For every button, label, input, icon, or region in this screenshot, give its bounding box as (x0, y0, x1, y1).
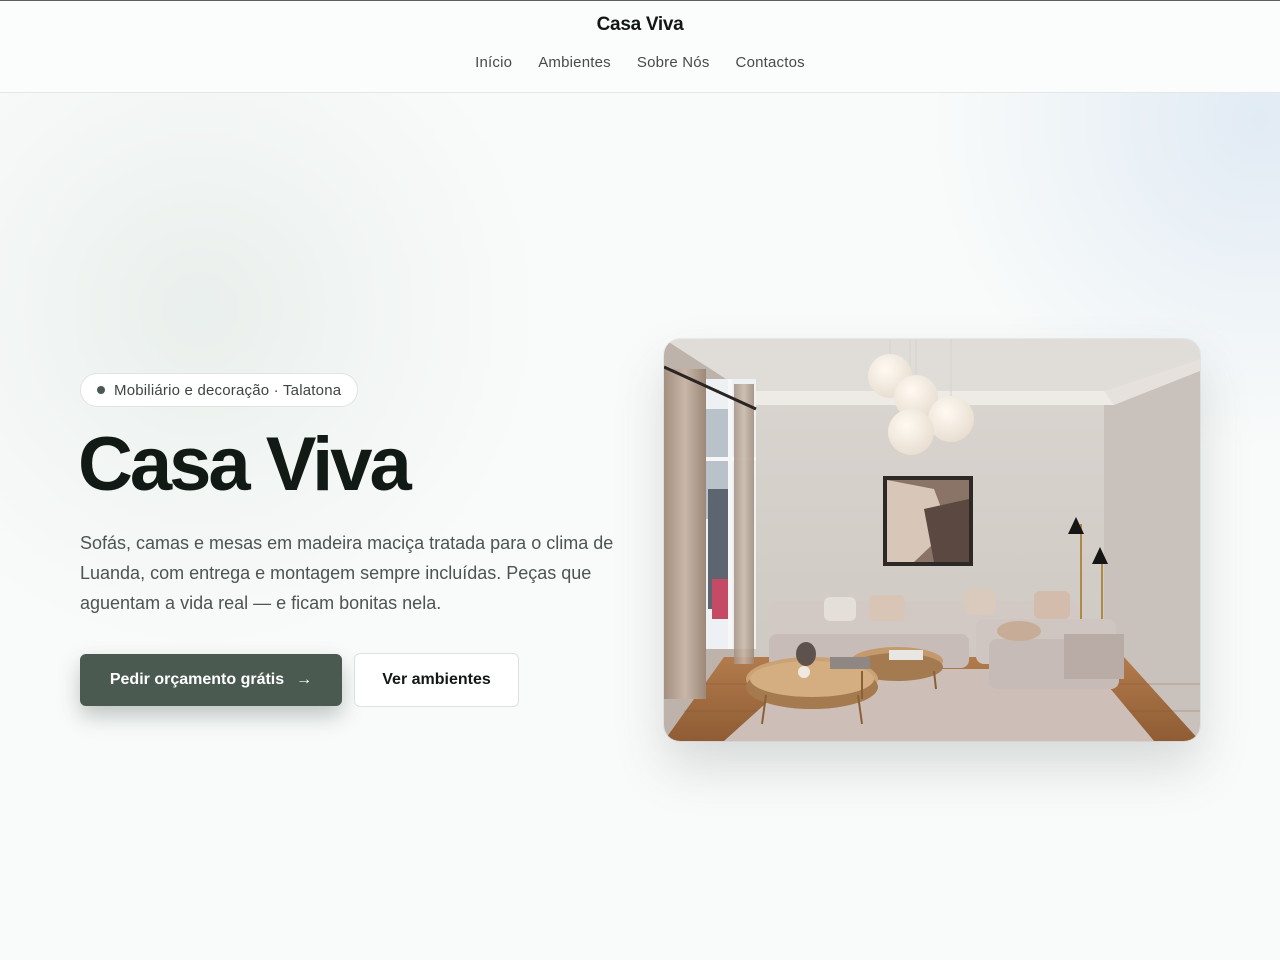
nav-link-sobre-nos[interactable]: Sobre Nós (637, 54, 710, 71)
view-rooms-button[interactable]: Ver ambientes (354, 653, 519, 707)
request-quote-button[interactable]: Pedir orçamento grátis → (80, 654, 342, 706)
request-quote-label: Pedir orçamento grátis (109, 671, 285, 688)
view-rooms-label: Ver ambientes (382, 671, 491, 688)
hero-title: Casa Viva (78, 422, 412, 507)
badge-dot-icon (97, 386, 105, 394)
category-badge: Mobiliário e decoração · Talatona (80, 373, 359, 407)
hero-description: Sofás, camas e mesas em madeira maciça t… (80, 533, 614, 613)
badge-label: Mobiliário e decoração · Talatona (114, 381, 342, 399)
nav-link-ambientes[interactable]: Ambientes (538, 54, 611, 71)
nav-link-inicio[interactable]: Início (475, 54, 512, 71)
site-header: Casa Viva Início Ambientes Sobre Nós Con… (0, 1, 1280, 93)
main-nav: Início Ambientes Sobre Nós Contactos (0, 54, 1280, 71)
arrow-right-icon: → (296, 671, 313, 688)
living-room-photo (664, 339, 1200, 741)
brand-logo[interactable]: Casa Viva (0, 14, 1280, 36)
nav-link-contactos[interactable]: Contactos (736, 54, 805, 71)
